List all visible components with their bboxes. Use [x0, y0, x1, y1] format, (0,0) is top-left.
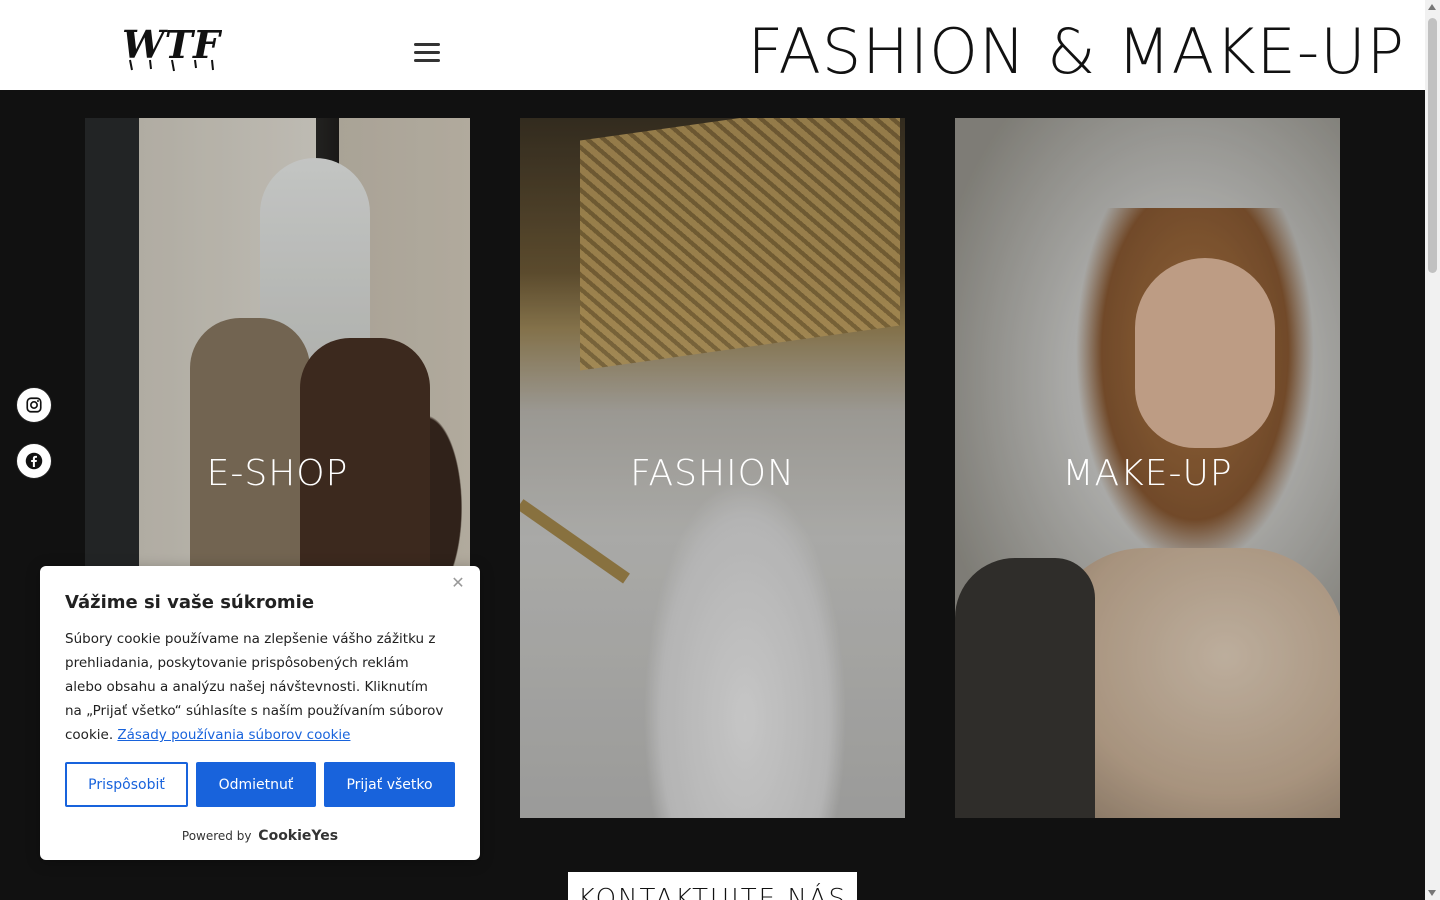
scrollbar-thumb[interactable]: [1428, 18, 1437, 273]
card-label-fashion: FASHION: [630, 453, 795, 494]
hamburger-icon[interactable]: [414, 43, 440, 65]
facebook-icon[interactable]: [16, 443, 52, 479]
cookie-policy-link[interactable]: Zásady používania súborov cookie: [117, 727, 350, 743]
site-title: FASHION & MAKE-UP: [747, 15, 1405, 88]
customize-button[interactable]: Prispôsobiť: [65, 762, 188, 807]
close-icon[interactable]: ✕: [450, 575, 466, 591]
powered-by-text: Powered by: [181, 829, 252, 843]
card-label-eshop: E-SHOP: [206, 453, 349, 494]
card-fashion[interactable]: FASHION: [520, 118, 905, 818]
contact-button[interactable]: KONTAKTUJTE NÁS: [568, 872, 857, 900]
site-header: WTF?! FASHION & MAKE-UP: [0, 0, 1425, 90]
cookie-banner: ✕ Vážime si vaše súkromie Súbory cookie …: [40, 566, 480, 860]
cookieyes-logo[interactable]: CookieYes: [258, 828, 338, 844]
card-makeup[interactable]: MAKE-UP: [955, 118, 1340, 818]
page-scrollbar[interactable]: [1425, 0, 1440, 900]
scroll-down-icon[interactable]: [1428, 890, 1436, 896]
card-label-makeup: MAKE-UP: [1062, 453, 1233, 494]
instagram-icon[interactable]: [16, 387, 52, 423]
site-logo[interactable]: WTF?!: [120, 20, 259, 72]
cookie-title: Vážime si vaše súkromie: [65, 592, 315, 613]
powered-by: Powered by CookieYes: [40, 828, 480, 844]
logo-graphic: WTF?!: [122, 22, 259, 72]
cookie-description: Súbory cookie používame na zlepšenie váš…: [65, 627, 445, 747]
accept-all-button[interactable]: Prijať všetko: [324, 762, 455, 807]
scroll-up-icon[interactable]: [1428, 4, 1436, 10]
reject-button[interactable]: Odmietnuť: [196, 762, 316, 807]
